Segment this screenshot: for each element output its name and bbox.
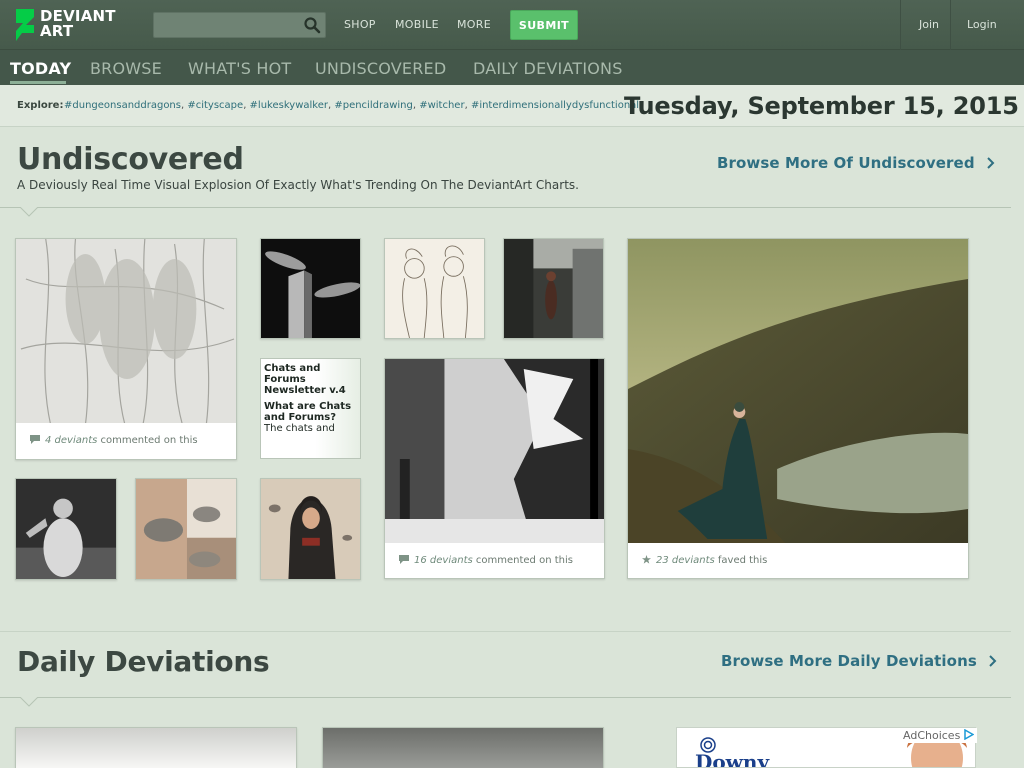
deviation-image: [136, 479, 236, 579]
literature-title: Chats and Forums Newsletter v.4: [264, 363, 346, 396]
section-divider: [0, 207, 1011, 208]
section-title-undiscovered: Undiscovered: [17, 142, 244, 177]
deviation-thumbnail[interactable]: [135, 478, 237, 580]
thumbnail-stats: 4 deviants commented on this: [16, 423, 236, 459]
deviation-thumbnail[interactable]: [15, 478, 117, 580]
deviation-thumbnail[interactable]: [260, 478, 361, 580]
divider-notch: [20, 207, 38, 217]
ad-brand: Downy: [695, 750, 770, 768]
star-icon: [642, 555, 651, 564]
deviation-thumbnail[interactable]: [260, 238, 361, 339]
browse-more-daily-deviations-link[interactable]: Browse More Daily Deviations: [721, 652, 998, 670]
chevron-right-icon: [989, 655, 997, 667]
nav-mobile[interactable]: MOBILE: [395, 18, 439, 31]
divider-notch: [20, 697, 38, 707]
page-date: Tuesday, September 15, 2015: [624, 92, 1019, 120]
submit-button[interactable]: SUBMIT: [510, 10, 578, 40]
logo-wordmark: DEVIANT ART: [40, 7, 116, 40]
tab-today[interactable]: TODAY: [10, 59, 71, 78]
section-tabs: TODAY BROWSE WHAT'S HOT UNDISCOVERED DAI…: [0, 50, 1024, 85]
nav-more[interactable]: MORE: [457, 18, 491, 31]
literature-heading: What are Chats and Forums?: [264, 401, 352, 423]
deviation-image: [323, 728, 603, 768]
deviantart-logo[interactable]: DEVIANT ART: [14, 9, 132, 42]
search-box[interactable]: [153, 12, 326, 38]
deviation-image: [504, 239, 603, 338]
deviation-thumbnail[interactable]: 16 deviants commented on this: [384, 358, 605, 579]
tag-link[interactable]: #cityscape: [187, 100, 243, 111]
tag-link[interactable]: #pencildrawing: [334, 100, 413, 111]
deviation-thumbnail[interactable]: [322, 727, 604, 768]
join-link[interactable]: Join: [919, 18, 939, 31]
search-input[interactable]: [158, 16, 298, 34]
adchoices-label[interactable]: AdChoices: [900, 728, 977, 743]
explore-label: Explore:: [17, 100, 64, 111]
tab-browse[interactable]: BROWSE: [90, 59, 162, 78]
deviation-image: [16, 239, 236, 425]
tab-whats-hot[interactable]: WHAT'S HOT: [188, 59, 291, 78]
tab-undiscovered[interactable]: UNDISCOVERED: [315, 59, 446, 78]
deviation-thumbnail[interactable]: 4 deviants commented on this: [15, 238, 237, 460]
comment-icon: [399, 555, 409, 564]
header-divider: [950, 0, 951, 50]
deviation-thumbnail[interactable]: 23 deviants faved this: [627, 238, 969, 579]
header-divider: [900, 0, 901, 50]
thumbnail-stats: 16 deviants commented on this: [385, 543, 604, 578]
literature-excerpt: The chats and: [264, 423, 335, 434]
section-divider: [0, 697, 1011, 698]
deviantart-logo-icon: [16, 9, 34, 41]
deviation-image: [261, 239, 360, 338]
active-tab-indicator: [10, 81, 66, 84]
adchoices-icon: [964, 728, 975, 741]
deviation-thumbnail[interactable]: [15, 727, 297, 768]
thumbnail-stats: 23 deviants faved this: [628, 543, 968, 578]
deviation-image: [16, 479, 116, 579]
deviation-thumbnail[interactable]: [384, 238, 485, 339]
login-link[interactable]: Login: [967, 18, 997, 31]
comment-icon: [30, 435, 40, 444]
deviation-image: [385, 239, 484, 338]
chevron-right-icon: [987, 157, 995, 169]
section-divider: [0, 631, 1011, 632]
tag-link[interactable]: #interdimensionallydysfunctional: [471, 100, 639, 111]
literature-thumbnail[interactable]: Chats and Forums Newsletter v.4 What are…: [260, 358, 361, 459]
explore-tags: #dungeonsanddragons, #cityscape, #lukesk…: [64, 100, 643, 111]
deviation-image: [385, 359, 604, 545]
section-title-daily-deviations: Daily Deviations: [17, 645, 270, 678]
deviation-image: [628, 239, 968, 545]
deviation-image: [261, 479, 360, 579]
tag-link[interactable]: #witcher: [419, 100, 464, 111]
deviation-thumbnail[interactable]: [503, 238, 604, 339]
search-icon[interactable]: [303, 16, 321, 34]
nav-shop[interactable]: SHOP: [344, 18, 376, 31]
deviation-image: [16, 728, 296, 768]
tag-link[interactable]: #dungeonsanddragons: [64, 100, 181, 111]
section-subtitle: A Deviously Real Time Visual Explosion O…: [17, 178, 579, 192]
tab-daily-deviations[interactable]: DAILY DEVIATIONS: [473, 59, 623, 78]
browse-more-undiscovered-link[interactable]: Browse More Of Undiscovered: [717, 154, 996, 172]
tag-link[interactable]: #lukeskywalker: [250, 100, 328, 111]
top-bar: DEVIANT ART SHOP MOBILE MORE SUBMIT Join…: [0, 0, 1024, 50]
